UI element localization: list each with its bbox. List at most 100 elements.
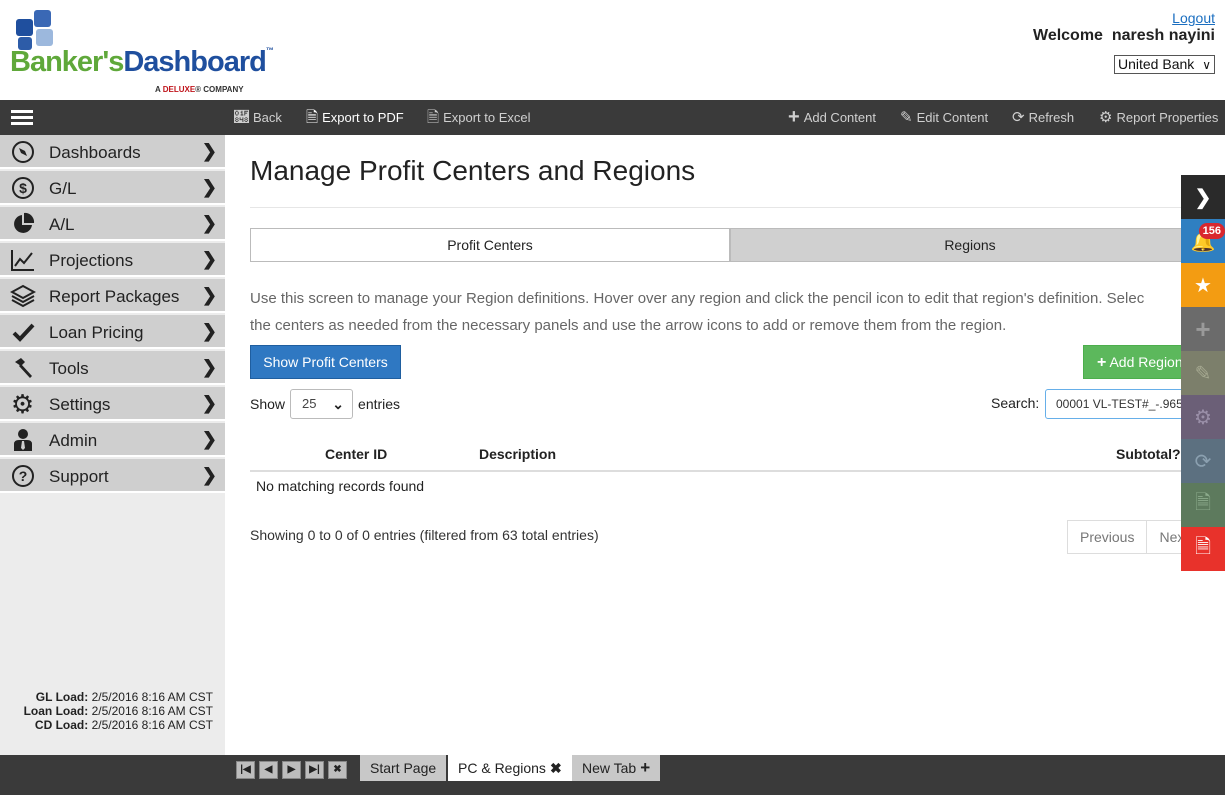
rail-refresh-button[interactable]: ⟳ bbox=[1181, 439, 1225, 483]
search-input[interactable]: 00001 VL-TEST#_-.965 bbox=[1045, 389, 1190, 419]
sidebar-item-al[interactable]: A/L ❯ bbox=[0, 207, 225, 241]
chevron-right-icon: ❯ bbox=[201, 141, 217, 161]
export-excel-button[interactable]: 🗎 Export to Excel bbox=[427, 100, 531, 135]
loan-load-row: Loan Load: 2/5/2016 8:16 AM CST bbox=[24, 704, 213, 718]
show-profit-centers-button[interactable]: Show Profit Centers bbox=[250, 345, 401, 379]
chevron-right-icon: ❯ bbox=[1194, 186, 1212, 209]
hammer-icon bbox=[0, 351, 45, 385]
main-content: Manage Profit Centers and Regions Profit… bbox=[225, 135, 1225, 755]
add-region-label: Add Region bbox=[1109, 354, 1183, 370]
column-header-subtotal[interactable]: Subtotal? bbox=[1116, 446, 1181, 462]
sidebar-item-tools[interactable]: Tools ❯ bbox=[0, 351, 225, 385]
sidebar-item-gl[interactable]: $ G/L ❯ bbox=[0, 171, 225, 205]
menu-toggle-icon[interactable] bbox=[11, 110, 33, 126]
rail-edit-button[interactable]: ✎ bbox=[1181, 351, 1225, 395]
notification-badge: 156 bbox=[1198, 223, 1225, 239]
entries-label: entries bbox=[358, 396, 401, 412]
next-tab-icon[interactable]: ▶ bbox=[282, 761, 301, 779]
question-icon: ? bbox=[0, 459, 45, 493]
sidebar-item-label: Tools bbox=[49, 359, 89, 378]
export-pdf-button[interactable]: 🗎 Export to PDF bbox=[306, 100, 404, 135]
dollar-icon: $ bbox=[0, 171, 45, 205]
report-properties-label: Report Properties bbox=[1116, 110, 1219, 125]
intro-line-2: the centers as needed from the necessary… bbox=[250, 317, 1007, 334]
plus-icon[interactable]: + bbox=[640, 758, 650, 777]
user-name: naresh nayini bbox=[1111, 27, 1215, 44]
page-length-value: 25 bbox=[302, 396, 317, 411]
chevron-right-icon: ❯ bbox=[201, 393, 217, 413]
load-label: GL Load: bbox=[35, 690, 89, 704]
sidebar-item-loan-pricing[interactable]: Loan Pricing ❯ bbox=[0, 315, 225, 349]
back-button[interactable]: 🡈 Back bbox=[234, 100, 282, 135]
load-value: 2/5/2016 8:16 AM CST bbox=[91, 690, 213, 704]
gear-icon: ⚙ bbox=[10, 388, 35, 419]
tab-new-tab[interactable]: New Tab + bbox=[572, 755, 661, 781]
toolbar: 🡈 Back 🗎 Export to PDF 🗎 Export to Excel + A… bbox=[0, 100, 1225, 135]
export-excel-label: Export to Excel bbox=[443, 110, 531, 125]
favorites-button[interactable]: ★ bbox=[1181, 263, 1225, 307]
sidebar-item-admin[interactable]: Admin ❯ bbox=[0, 423, 225, 457]
column-header-center-id[interactable]: Center ID bbox=[325, 446, 387, 462]
tab-start-page[interactable]: Start Page bbox=[360, 755, 447, 781]
chevron-down-icon: ∨ bbox=[1202, 58, 1211, 72]
close-icon[interactable]: ✖ bbox=[550, 760, 562, 776]
sidebar-item-label: Projections bbox=[49, 251, 134, 270]
chevron-down-icon: ⌄ bbox=[332, 396, 345, 412]
tab-regions[interactable]: Regions bbox=[730, 228, 1210, 262]
line-chart-icon bbox=[0, 243, 45, 277]
logo-sub-prefix: A bbox=[155, 85, 163, 94]
tab-pc-regions[interactable]: PC & Regions ✖ bbox=[448, 755, 572, 781]
rail-add-button[interactable]: + bbox=[1181, 307, 1225, 351]
svg-text:?: ? bbox=[18, 468, 27, 484]
logo-sub-brand: DELUXE bbox=[162, 85, 196, 94]
load-label: Loan Load: bbox=[23, 704, 89, 718]
refresh-button[interactable]: ⟳ Refresh bbox=[1012, 100, 1074, 135]
right-action-rail: ❯ 🔔 156 ★ + ✎ ⚙ ⟳ 🗎 🗎 bbox=[1181, 175, 1225, 571]
page-length-control: Show 25 ⌄ entries bbox=[250, 389, 400, 419]
sidebar-item-report-packages[interactable]: Report Packages ❯ bbox=[0, 279, 225, 313]
table-header: Center ID Description Subtotal? bbox=[250, 440, 1205, 472]
last-tab-icon[interactable]: ▶| bbox=[305, 761, 324, 779]
collapse-rail-button[interactable]: ❯ bbox=[1181, 175, 1225, 219]
rail-pdf-button[interactable]: 🗎 bbox=[1181, 527, 1225, 571]
first-tab-icon[interactable]: |◀ bbox=[236, 761, 255, 779]
sidebar-item-projections[interactable]: Projections ❯ bbox=[0, 243, 225, 277]
logo-text-bankers: Banker's bbox=[10, 46, 124, 78]
plus-icon: + bbox=[1195, 313, 1211, 344]
column-header-description[interactable]: Description bbox=[479, 446, 556, 462]
bank-select[interactable]: United Bank ∨ bbox=[1114, 55, 1215, 74]
notifications-button[interactable]: 🔔 156 bbox=[1181, 219, 1225, 263]
report-properties-button[interactable]: ⚙ Report Properties bbox=[1099, 100, 1218, 135]
sidebar-item-support[interactable]: ? Support ❯ bbox=[0, 459, 225, 493]
rail-excel-button[interactable]: 🗎 bbox=[1181, 483, 1225, 527]
previous-tab-icon[interactable]: ◀ bbox=[259, 761, 278, 779]
previous-button[interactable]: Previous bbox=[1067, 520, 1148, 554]
sidebar-item-label: Admin bbox=[49, 431, 98, 450]
chevron-right-icon: ❯ bbox=[201, 213, 217, 233]
load-value: 2/5/2016 8:16 AM CST bbox=[91, 718, 213, 732]
logout-link[interactable]: Logout bbox=[1172, 10, 1215, 26]
rail-settings-button[interactable]: ⚙ bbox=[1181, 395, 1225, 439]
pdf-file-icon: 🗎 bbox=[1194, 536, 1212, 558]
export-pdf-label: Export to PDF bbox=[322, 110, 404, 125]
layers-icon bbox=[0, 279, 45, 313]
excel-file-icon: 🗎 bbox=[427, 109, 440, 126]
add-content-button[interactable]: + Add Content bbox=[788, 100, 876, 135]
sidebar-item-label: Settings bbox=[49, 395, 111, 414]
page-length-select[interactable]: 25 ⌄ bbox=[290, 389, 354, 419]
show-label: Show bbox=[250, 396, 286, 412]
chevron-right-icon: ❯ bbox=[201, 465, 217, 485]
edit-content-button[interactable]: ✎ Edit Content bbox=[900, 100, 988, 135]
divider bbox=[250, 207, 1210, 208]
sidebar-item-settings[interactable]: ⚙ Settings ❯ bbox=[0, 387, 225, 421]
back-label: Back bbox=[253, 110, 282, 125]
chevron-right-icon: ❯ bbox=[201, 429, 217, 449]
tab-profit-centers[interactable]: Profit Centers bbox=[250, 228, 730, 262]
edit-content-label: Edit Content bbox=[916, 110, 989, 125]
sidebar-item-label: A/L bbox=[49, 215, 75, 234]
pencil-icon: ✎ bbox=[900, 109, 913, 126]
bankers-dashboard-logo[interactable]: Banker'sDashboard™ A DELUXE® COMPANY bbox=[10, 8, 280, 94]
close-all-tabs-icon[interactable]: ✖ bbox=[328, 761, 347, 779]
sidebar-item-dashboards[interactable]: Dashboards ❯ bbox=[0, 135, 225, 169]
intro-text: Use this screen to manage your Region de… bbox=[250, 285, 1190, 339]
